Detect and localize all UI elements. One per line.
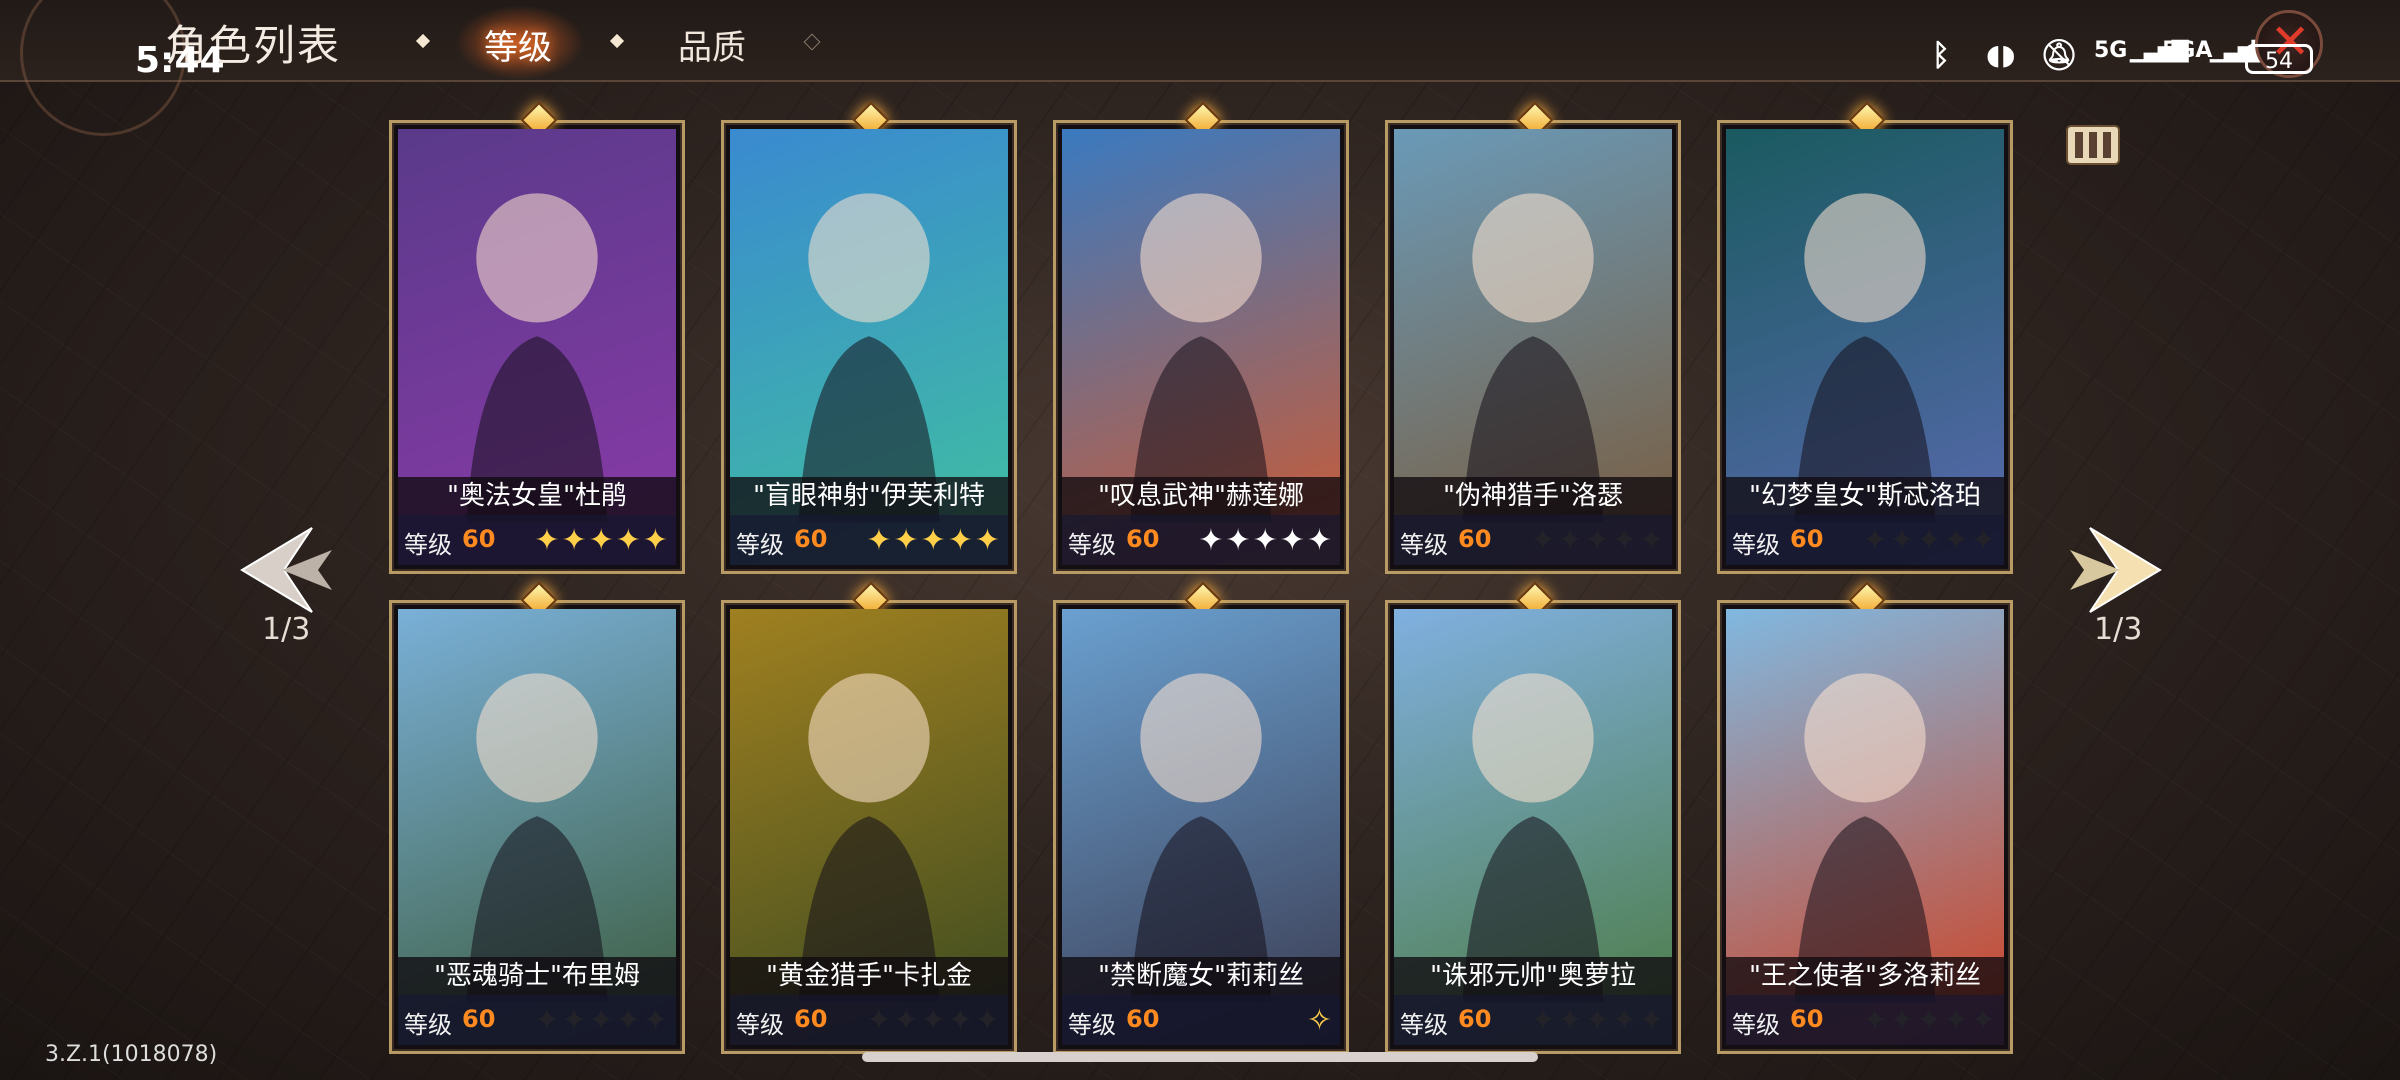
tab-separator-icon bbox=[609, 33, 625, 49]
network-5ga-label: 5GA bbox=[2162, 38, 2213, 63]
roster-view-button[interactable] bbox=[2065, 122, 2121, 168]
level-bar: 等级 60 ✦✦✦✦✦ bbox=[1394, 515, 1672, 565]
character-name: "奥法女皇"杜鹃 bbox=[398, 477, 676, 515]
character-card[interactable]: "王之使者"多洛莉丝等级 60 ✦✦✦✦✦ bbox=[1717, 581, 2013, 1054]
level-value: 60 bbox=[1790, 525, 1824, 553]
level-value: 60 bbox=[1458, 525, 1492, 553]
character-name: "恶魂骑士"布里姆 bbox=[398, 957, 676, 995]
star-rating-icon: ✦✦✦✦✦ bbox=[1530, 1003, 1666, 1038]
character-name: "诛邪元帅"奥萝拉 bbox=[1394, 957, 1672, 995]
level-bar: 等级 60 ✦✦✦✦✦ bbox=[1726, 995, 2004, 1045]
level-bar: 等级 60 ✦✦✦✦✦ bbox=[398, 995, 676, 1045]
level-label: 等级 bbox=[1068, 1011, 1116, 1039]
character-card[interactable]: "黄金猎手"卡扎金等级 60 ✦✦✦✦✦ bbox=[721, 581, 1017, 1054]
character-card[interactable]: "盲眼神射"伊芙利特等级 60 ✦✦✦✦✦ bbox=[721, 101, 1017, 574]
star-rating-icon: ✦✦✦✦✦ bbox=[866, 523, 1002, 558]
status-time: 5:44 bbox=[135, 40, 225, 81]
star-rating-icon: ✦✦✦✦✦ bbox=[866, 1003, 1002, 1038]
character-card[interactable]: "禁断魔女"莉莉丝等级 60 ✧ bbox=[1053, 581, 1349, 1054]
level-bar: 等级 60 ✦✦✦✦✦ bbox=[398, 515, 676, 565]
character-card[interactable]: "叹息武神"赫莲娜等级 60 ✦✦✦✦✦ bbox=[1053, 101, 1349, 574]
character-name: "幻梦皇女"斯忒洛珀 bbox=[1726, 477, 2004, 515]
star-rating-icon: ✦✦✦✦✦ bbox=[534, 523, 670, 558]
level-bar: 等级 60 ✧ bbox=[1062, 995, 1340, 1045]
level-value: 60 bbox=[794, 1005, 828, 1033]
level-label: 等级 bbox=[1068, 531, 1116, 559]
character-card[interactable]: "恶魂骑士"布里姆等级 60 ✦✦✦✦✦ bbox=[389, 581, 685, 1054]
character-card[interactable]: "奥法女皇"杜鹃等级 60 ✦✦✦✦✦ bbox=[389, 101, 685, 574]
level-label: 等级 bbox=[1732, 531, 1780, 559]
level-bar: 等级 60 ✦✦✦✦✦ bbox=[1394, 995, 1672, 1045]
tab-separator-icon bbox=[803, 33, 821, 51]
level-label: 等级 bbox=[404, 531, 452, 559]
next-page-arrow[interactable] bbox=[2060, 520, 2180, 620]
version-label: 3.Z.1(1018078) bbox=[45, 1042, 218, 1067]
battery-indicator: 54 bbox=[2245, 44, 2313, 74]
character-name: "叹息武神"赫莲娜 bbox=[1062, 477, 1340, 515]
level-value: 60 bbox=[1790, 1005, 1824, 1033]
star-rating-icon: ✧ bbox=[1306, 1003, 1334, 1038]
level-label: 等级 bbox=[404, 1011, 452, 1039]
level-label: 等级 bbox=[1400, 1011, 1448, 1039]
character-name: "盲眼神射"伊芙利特 bbox=[730, 477, 1008, 515]
level-label: 等级 bbox=[736, 1011, 784, 1039]
level-value: 60 bbox=[1126, 525, 1160, 553]
character-name: "王之使者"多洛莉丝 bbox=[1726, 957, 2004, 995]
earbuds-icon: ◖◗ bbox=[1986, 38, 2016, 71]
home-indicator[interactable] bbox=[862, 1052, 1538, 1062]
character-card[interactable]: "诛邪元帅"奥萝拉等级 60 ✦✦✦✦✦ bbox=[1385, 581, 1681, 1054]
network-5g-label: 5G bbox=[2094, 38, 2128, 63]
character-name: "伪神猎手"洛瑟 bbox=[1394, 477, 1672, 515]
star-rating-icon: ✦✦✦✦✦ bbox=[1530, 523, 1666, 558]
tab-quality[interactable]: 品质 bbox=[678, 20, 746, 69]
level-value: 60 bbox=[462, 525, 496, 553]
star-rating-icon: ✦✦✦✦✦ bbox=[1862, 1003, 1998, 1038]
level-value: 60 bbox=[1126, 1005, 1160, 1033]
character-card[interactable]: "伪神猎手"洛瑟等级 60 ✦✦✦✦✦ bbox=[1385, 101, 1681, 574]
level-value: 60 bbox=[462, 1005, 496, 1033]
mute-icon: 🔕︎ bbox=[2040, 38, 2079, 73]
page-indicator-right: 1/3 bbox=[2094, 612, 2143, 647]
level-value: 60 bbox=[1458, 1005, 1492, 1033]
character-name: "禁断魔女"莉莉丝 bbox=[1062, 957, 1340, 995]
star-rating-icon: ✦✦✦✦✦ bbox=[1198, 523, 1334, 558]
level-bar: 等级 60 ✦✦✦✦✦ bbox=[730, 995, 1008, 1045]
level-bar: 等级 60 ✦✦✦✦✦ bbox=[1062, 515, 1340, 565]
level-label: 等级 bbox=[736, 531, 784, 559]
tab-level[interactable]: 等级 bbox=[484, 20, 552, 69]
level-bar: 等级 60 ✦✦✦✦✦ bbox=[730, 515, 1008, 565]
star-rating-icon: ✦✦✦✦✦ bbox=[1862, 523, 1998, 558]
level-label: 等级 bbox=[1732, 1011, 1780, 1039]
top-bar: 角色列表 5:44 等级 品质 ᛒ ◖◗ 🔕︎ 5G ▁▃▅▇ 5GA ▁▃▅▇… bbox=[0, 0, 2400, 136]
page-indicator-left: 1/3 bbox=[262, 612, 311, 647]
tab-separator-icon bbox=[415, 33, 431, 49]
level-bar: 等级 60 ✦✦✦✦✦ bbox=[1726, 515, 2004, 565]
level-value: 60 bbox=[794, 525, 828, 553]
prev-page-arrow[interactable] bbox=[222, 520, 342, 620]
star-rating-icon: ✦✦✦✦✦ bbox=[534, 1003, 670, 1038]
level-label: 等级 bbox=[1400, 531, 1448, 559]
character-card[interactable]: "幻梦皇女"斯忒洛珀等级 60 ✦✦✦✦✦ bbox=[1717, 101, 2013, 574]
bluetooth-icon: ᛒ bbox=[1932, 38, 1950, 73]
character-name: "黄金猎手"卡扎金 bbox=[730, 957, 1008, 995]
